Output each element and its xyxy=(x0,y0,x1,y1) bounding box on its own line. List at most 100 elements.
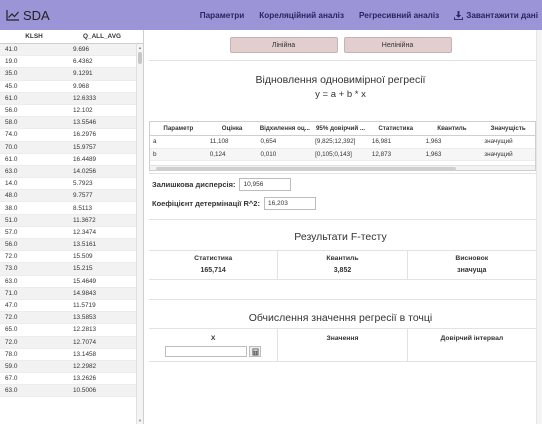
table-row[interactable]: 61.0 12.6333 xyxy=(0,92,136,105)
table-row[interactable]: 51.0 11.3672 xyxy=(0,214,136,227)
table-row[interactable]: 19.0 6.4362 xyxy=(0,56,136,69)
nonlinear-button[interactable]: Нелінійна xyxy=(343,37,452,53)
table-row[interactable]: 72.0 12.7074 xyxy=(0,336,136,349)
ftest-conclusion: Висновок значуща xyxy=(408,251,536,279)
col-confidence[interactable]: 95% довірчий ... xyxy=(312,125,369,132)
download-label: Завантажити дані xyxy=(466,10,538,20)
q-all-avg-cell: 12.7074 xyxy=(73,338,97,346)
nav-item-parameters[interactable]: Параметри xyxy=(200,11,245,20)
nav-item-correlation[interactable]: Кореляційний аналіз xyxy=(259,11,344,20)
main-scrollbar[interactable] xyxy=(536,30,542,424)
column-header-q-all-avg[interactable]: Q_ALL_AVG xyxy=(68,33,136,40)
app-title: SDA xyxy=(23,7,50,23)
table-row[interactable]: 41.0 9.696 xyxy=(0,44,136,57)
table-row[interactable]: 35.0 9.1291 xyxy=(0,68,136,81)
cell: 1,963 xyxy=(425,138,442,146)
klsh-cell: 19.0 xyxy=(5,58,18,66)
table-row[interactable]: 73.0 15.215 xyxy=(0,263,136,276)
table-row[interactable]: 71.0 14.9843 xyxy=(0,287,136,300)
regression-table-hscrollbar[interactable] xyxy=(150,165,535,170)
klsh-cell: 63.0 xyxy=(5,387,18,395)
q-all-avg-cell: 12.102 xyxy=(73,107,93,115)
table-row[interactable]: 63.0 10.5006 xyxy=(0,385,136,398)
klsh-cell: 65.0 xyxy=(5,326,18,334)
klsh-cell: 45.0 xyxy=(5,82,18,90)
table-row[interactable]: 38.0 8.5113 xyxy=(0,202,136,215)
table-row[interactable]: 74.0 16.2976 xyxy=(0,129,136,142)
col-estimate[interactable]: Оцінка xyxy=(207,125,258,132)
regression-table-header: Параметр Оцінка Відхилення оц... 95% дов… xyxy=(150,122,535,136)
determination-line: Коефіцієнт детермінації R^2: xyxy=(152,197,316,210)
scroll-up-icon[interactable]: ▲ xyxy=(138,45,142,50)
col-significance[interactable]: Значущість xyxy=(481,125,535,132)
table-row[interactable]: 58.0 13.5546 xyxy=(0,117,136,130)
klsh-cell: 61.0 xyxy=(5,155,18,163)
table-row[interactable]: 70.0 15.9757 xyxy=(0,141,136,154)
cell: b xyxy=(153,150,157,158)
brand[interactable]: SDA xyxy=(6,8,50,23)
determination-field[interactable] xyxy=(263,197,316,210)
chart-line-icon xyxy=(6,10,19,21)
table-row[interactable]: 56.0 12.102 xyxy=(0,105,136,118)
table-row[interactable]: 63.0 14.0256 xyxy=(0,165,136,179)
q-all-avg-cell: 14.0256 xyxy=(73,167,97,175)
klsh-cell: 73.0 xyxy=(5,265,18,273)
table-row[interactable]: b 0,124 0,010 [0,105;0,143] 12,873 1,963… xyxy=(150,148,535,161)
calculator-button[interactable] xyxy=(249,346,262,357)
residual-variance-field[interactable] xyxy=(239,178,292,191)
regression-type-buttons: Лінійна Нелінійна xyxy=(145,37,536,53)
table-row[interactable]: 14.0 5.7923 xyxy=(0,178,136,191)
q-all-avg-cell: 12.6333 xyxy=(73,94,97,102)
table-row[interactable]: 47.0 11.5719 xyxy=(0,300,136,313)
col-quantile[interactable]: Квантиль xyxy=(423,125,482,132)
table-row[interactable]: 67.0 13.2626 xyxy=(0,373,136,386)
q-all-avg-cell: 9.968 xyxy=(73,82,89,90)
navbar: SDA Параметри Кореляційний аналіз Регрес… xyxy=(0,0,542,30)
table-row[interactable]: 56.0 13.5161 xyxy=(0,239,136,252)
scroll-down-icon[interactable]: ▼ xyxy=(138,418,142,423)
table-row[interactable]: 57.0 12.3474 xyxy=(0,227,136,239)
klsh-cell: 56.0 xyxy=(5,241,18,249)
regression-panel: Лінійна Нелінійна Відновлення одновимірн… xyxy=(145,30,542,424)
table-row[interactable]: 61.0 16.4489 xyxy=(0,154,136,166)
point-table: X Значення Довірчий інтервал xyxy=(149,328,536,362)
ftest-table: Статистика 165,714 Квантиль 3,852 Виснов… xyxy=(149,250,536,280)
table-row[interactable]: 78.0 13.1458 xyxy=(0,349,136,361)
table-row[interactable]: 45.0 9.968 xyxy=(0,81,136,93)
ftest-quantile: Квантиль 3,852 xyxy=(278,251,408,279)
col-parameter[interactable]: Параметр xyxy=(150,125,207,132)
point-x-input[interactable] xyxy=(165,346,248,357)
klsh-cell: 56.0 xyxy=(5,107,18,115)
column-header-klsh[interactable]: KLSH xyxy=(0,33,68,40)
table-row[interactable]: 72.0 13.5853 xyxy=(0,312,136,325)
nav-item-regression[interactable]: Регресивний аналіз xyxy=(359,11,439,20)
table-row[interactable]: 48.0 9.7577 xyxy=(0,190,136,203)
data-table-scrollbar[interactable]: ▲ ▼ xyxy=(136,44,143,424)
table-row[interactable]: 59.0 12.2982 xyxy=(0,360,136,374)
klsh-cell: 35.0 xyxy=(5,70,18,78)
scrollbar-thumb[interactable] xyxy=(156,167,456,170)
cell: 1,963 xyxy=(425,150,442,158)
scrollbar-thumb[interactable] xyxy=(138,52,142,64)
q-all-avg-cell: 13.2626 xyxy=(73,375,97,383)
klsh-cell: 78.0 xyxy=(5,350,18,358)
nav-item-download[interactable]: Завантажити дані xyxy=(454,10,538,20)
ftest-conclusion-value: значуща xyxy=(457,267,487,274)
ftest-statistic-value: 165,714 xyxy=(200,267,226,274)
q-all-avg-cell: 9.7577 xyxy=(73,192,93,200)
klsh-cell: 59.0 xyxy=(5,362,18,370)
point-title: Обчислення значення регресії в точці xyxy=(248,312,433,324)
residual-variance-line: Залишкова дисперсія: xyxy=(152,178,292,191)
cell: значущий xyxy=(484,138,513,146)
data-table: KLSH Q_ALL_AVG 41.0 9.696 19.0 6.4362 35.0 9.… xyxy=(0,30,144,424)
col-statistic[interactable]: Статистика xyxy=(369,125,423,132)
table-row[interactable]: 65.0 12.2813 xyxy=(0,324,136,337)
table-row[interactable]: 72.0 15.509 xyxy=(0,251,136,264)
cell: 0,654 xyxy=(260,138,277,146)
q-all-avg-cell: 6.4362 xyxy=(73,58,93,66)
col-deviation[interactable]: Відхилення оц... xyxy=(257,125,312,132)
divider xyxy=(149,299,536,300)
table-row[interactable]: 63.0 15.4649 xyxy=(0,276,136,288)
linear-button[interactable]: Лінійна xyxy=(229,37,338,53)
table-row[interactable]: a 11,108 0,654 [9,825;12,392] 16,981 1,9… xyxy=(150,136,535,149)
